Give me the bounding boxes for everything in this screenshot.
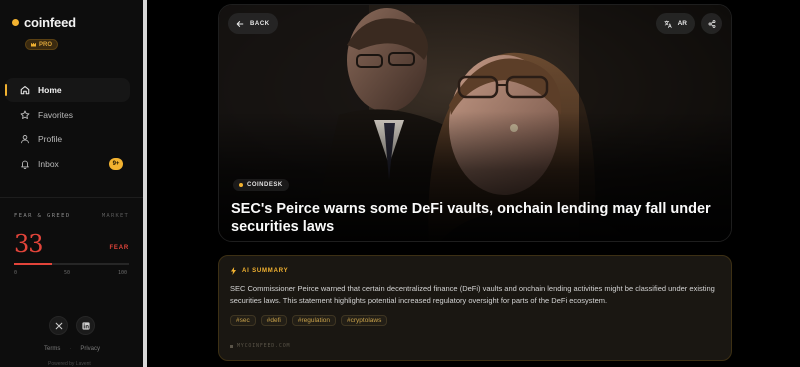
fear-greed-tick-mid: 50: [64, 270, 71, 276]
fear-greed-market-link[interactable]: MARKET: [102, 213, 129, 219]
social-links: [49, 316, 95, 335]
share-icon: [708, 19, 715, 28]
fear-greed-tick-max: 100: [118, 270, 128, 276]
brand-logo[interactable]: coinfeed: [12, 15, 76, 30]
powered-by: Powered by Lavent: [48, 361, 91, 367]
legal-separator: ·: [69, 346, 72, 352]
sidebar-item-label: Profile: [38, 134, 63, 144]
linkedin-icon: [81, 321, 90, 330]
translate-icon: [664, 19, 672, 28]
sidebar-nav: Home Favorites Profile Inbox 9+: [5, 78, 130, 176]
fear-greed-track: [14, 263, 129, 265]
crown-icon: [31, 42, 36, 47]
legal-links: Terms · Privacy: [44, 346, 100, 352]
tag-sec[interactable]: #sec: [230, 315, 256, 326]
site-domain: MYCOINFEED.COM: [237, 343, 291, 349]
fear-greed-status: FEAR: [109, 245, 129, 251]
arrow-left-icon: [236, 20, 244, 27]
fear-greed-tick-min: 0: [14, 270, 18, 276]
bell-icon: [21, 160, 29, 169]
fear-greed-label: FEAR & GREED: [14, 213, 71, 219]
sidebar-item-home[interactable]: Home: [5, 78, 130, 102]
sidebar-item-profile[interactable]: Profile: [5, 127, 130, 151]
star-icon: [20, 110, 30, 119]
user-icon: [21, 135, 29, 144]
translate-button[interactable]: AR: [655, 13, 695, 34]
brand-name: coinfeed: [24, 15, 76, 30]
sidebar-divider: [0, 197, 143, 198]
tag-regulation[interactable]: #regulation: [291, 315, 337, 326]
ai-summary-title: AI SUMMARY: [242, 268, 289, 274]
language-label: AR: [677, 20, 687, 27]
ai-summary-header: AI SUMMARY: [230, 267, 288, 275]
sidebar-item-label: Inbox: [38, 158, 59, 169]
fear-greed-fill: [14, 263, 52, 265]
fear-greed-value: 33: [14, 230, 44, 258]
article-headline: SEC's Peirce warns some DeFi vaults, onc…: [231, 201, 711, 235]
source-badge: COINDESK: [233, 179, 289, 191]
lightning-icon: [230, 267, 237, 275]
x-icon: [55, 322, 62, 329]
tag-list: #sec #defi #regulation #cryptolaws: [230, 315, 388, 326]
sidebar-item-inbox[interactable]: Inbox 9+: [5, 152, 130, 176]
sidebar: coinfeed PRO Home Favorites Profile Inbo…: [0, 0, 143, 367]
back-button-label: BACK: [250, 20, 270, 27]
privacy-link[interactable]: Privacy: [80, 346, 100, 352]
sidebar-item-label: Favorites: [38, 109, 73, 120]
summary-footer: MYCOINFEED.COM: [230, 343, 290, 349]
sidebar-item-favorites[interactable]: Favorites: [5, 103, 130, 127]
terms-link[interactable]: Terms: [44, 346, 60, 352]
main-content: BACK AR COINDESK SEC's Peirce warns some…: [147, 0, 800, 367]
share-button[interactable]: [701, 13, 722, 34]
app-root: coinfeed PRO Home Favorites Profile Inbo…: [0, 0, 800, 367]
source-dot-icon: [239, 183, 243, 187]
home-icon: [20, 85, 30, 95]
back-button[interactable]: BACK: [228, 13, 278, 34]
pro-badge: PRO: [25, 39, 59, 50]
pro-badge-label: PRO: [39, 41, 53, 48]
ai-summary-text: SEC Commissioner Peirce warned that cert…: [230, 284, 715, 305]
source-name: COINDESK: [247, 182, 283, 188]
x-link[interactable]: [49, 316, 68, 335]
tag-cryptolaws[interactable]: #cryptolaws: [341, 315, 388, 326]
article-hero: BACK AR COINDESK SEC's Peirce warns some…: [218, 4, 732, 242]
brand-dot-icon: [12, 19, 19, 26]
linkedin-link[interactable]: [76, 316, 95, 335]
footer-square-icon: [230, 344, 233, 348]
sidebar-item-label: Home: [38, 85, 62, 95]
tag-defi[interactable]: #defi: [260, 315, 287, 326]
ai-summary-card: AI SUMMARY SEC Commissioner Peirce warne…: [218, 255, 732, 361]
inbox-count-badge: 9+: [109, 157, 123, 170]
